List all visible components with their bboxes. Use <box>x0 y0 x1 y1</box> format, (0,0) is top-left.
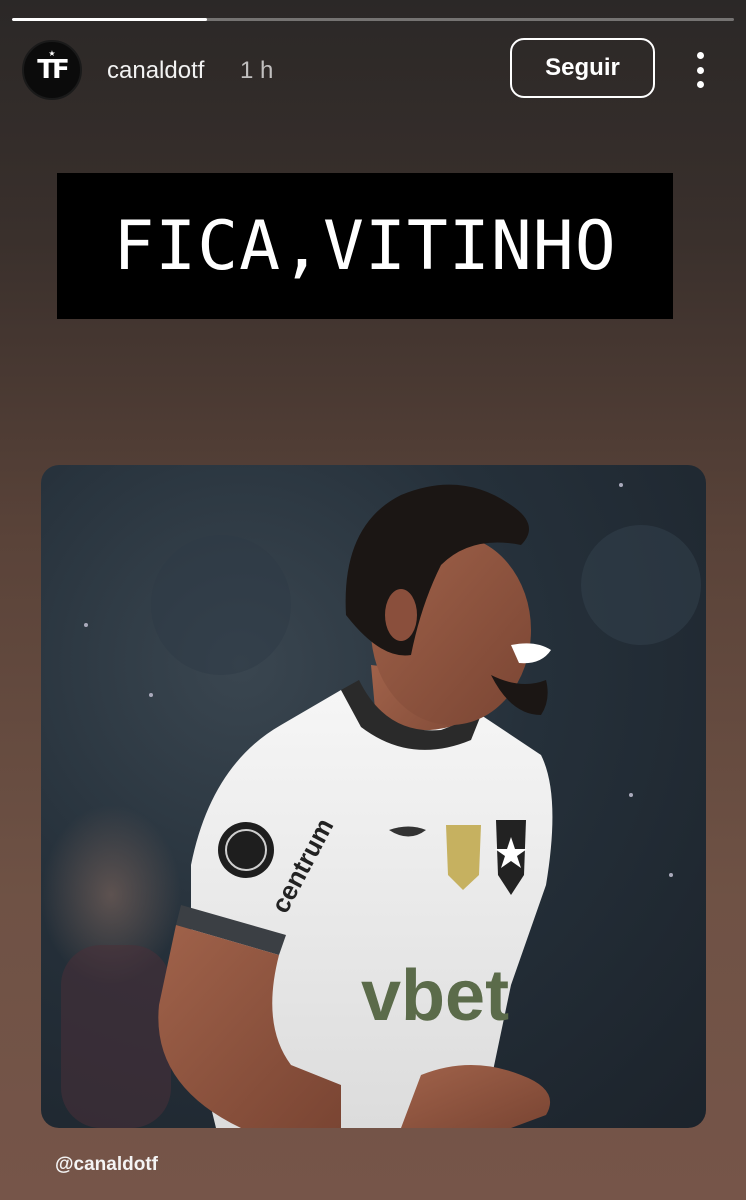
story-title: FICA,VITINHO <box>113 206 617 286</box>
avatar[interactable]: ★ TF <box>22 40 82 100</box>
story-header: ★ TF canaldotf 1 h Seguir <box>22 38 724 100</box>
post-time: 1 h <box>240 57 274 84</box>
more-options-icon[interactable] <box>688 52 712 88</box>
title-banner: FICA,VITINHO <box>57 173 673 319</box>
story-progress-bar <box>12 18 734 21</box>
jersey-sponsor-text: vbet <box>361 956 509 1036</box>
star-icon: ★ <box>48 49 56 58</box>
avatar-logo-text: TF <box>37 55 69 85</box>
mention-link[interactable]: @canaldotf <box>55 1154 158 1176</box>
player-photo: vbet centrum <box>41 465 706 1128</box>
username[interactable]: canaldotf <box>107 57 204 85</box>
follow-button[interactable]: Seguir <box>510 38 655 98</box>
story-progress-fill <box>12 18 207 21</box>
